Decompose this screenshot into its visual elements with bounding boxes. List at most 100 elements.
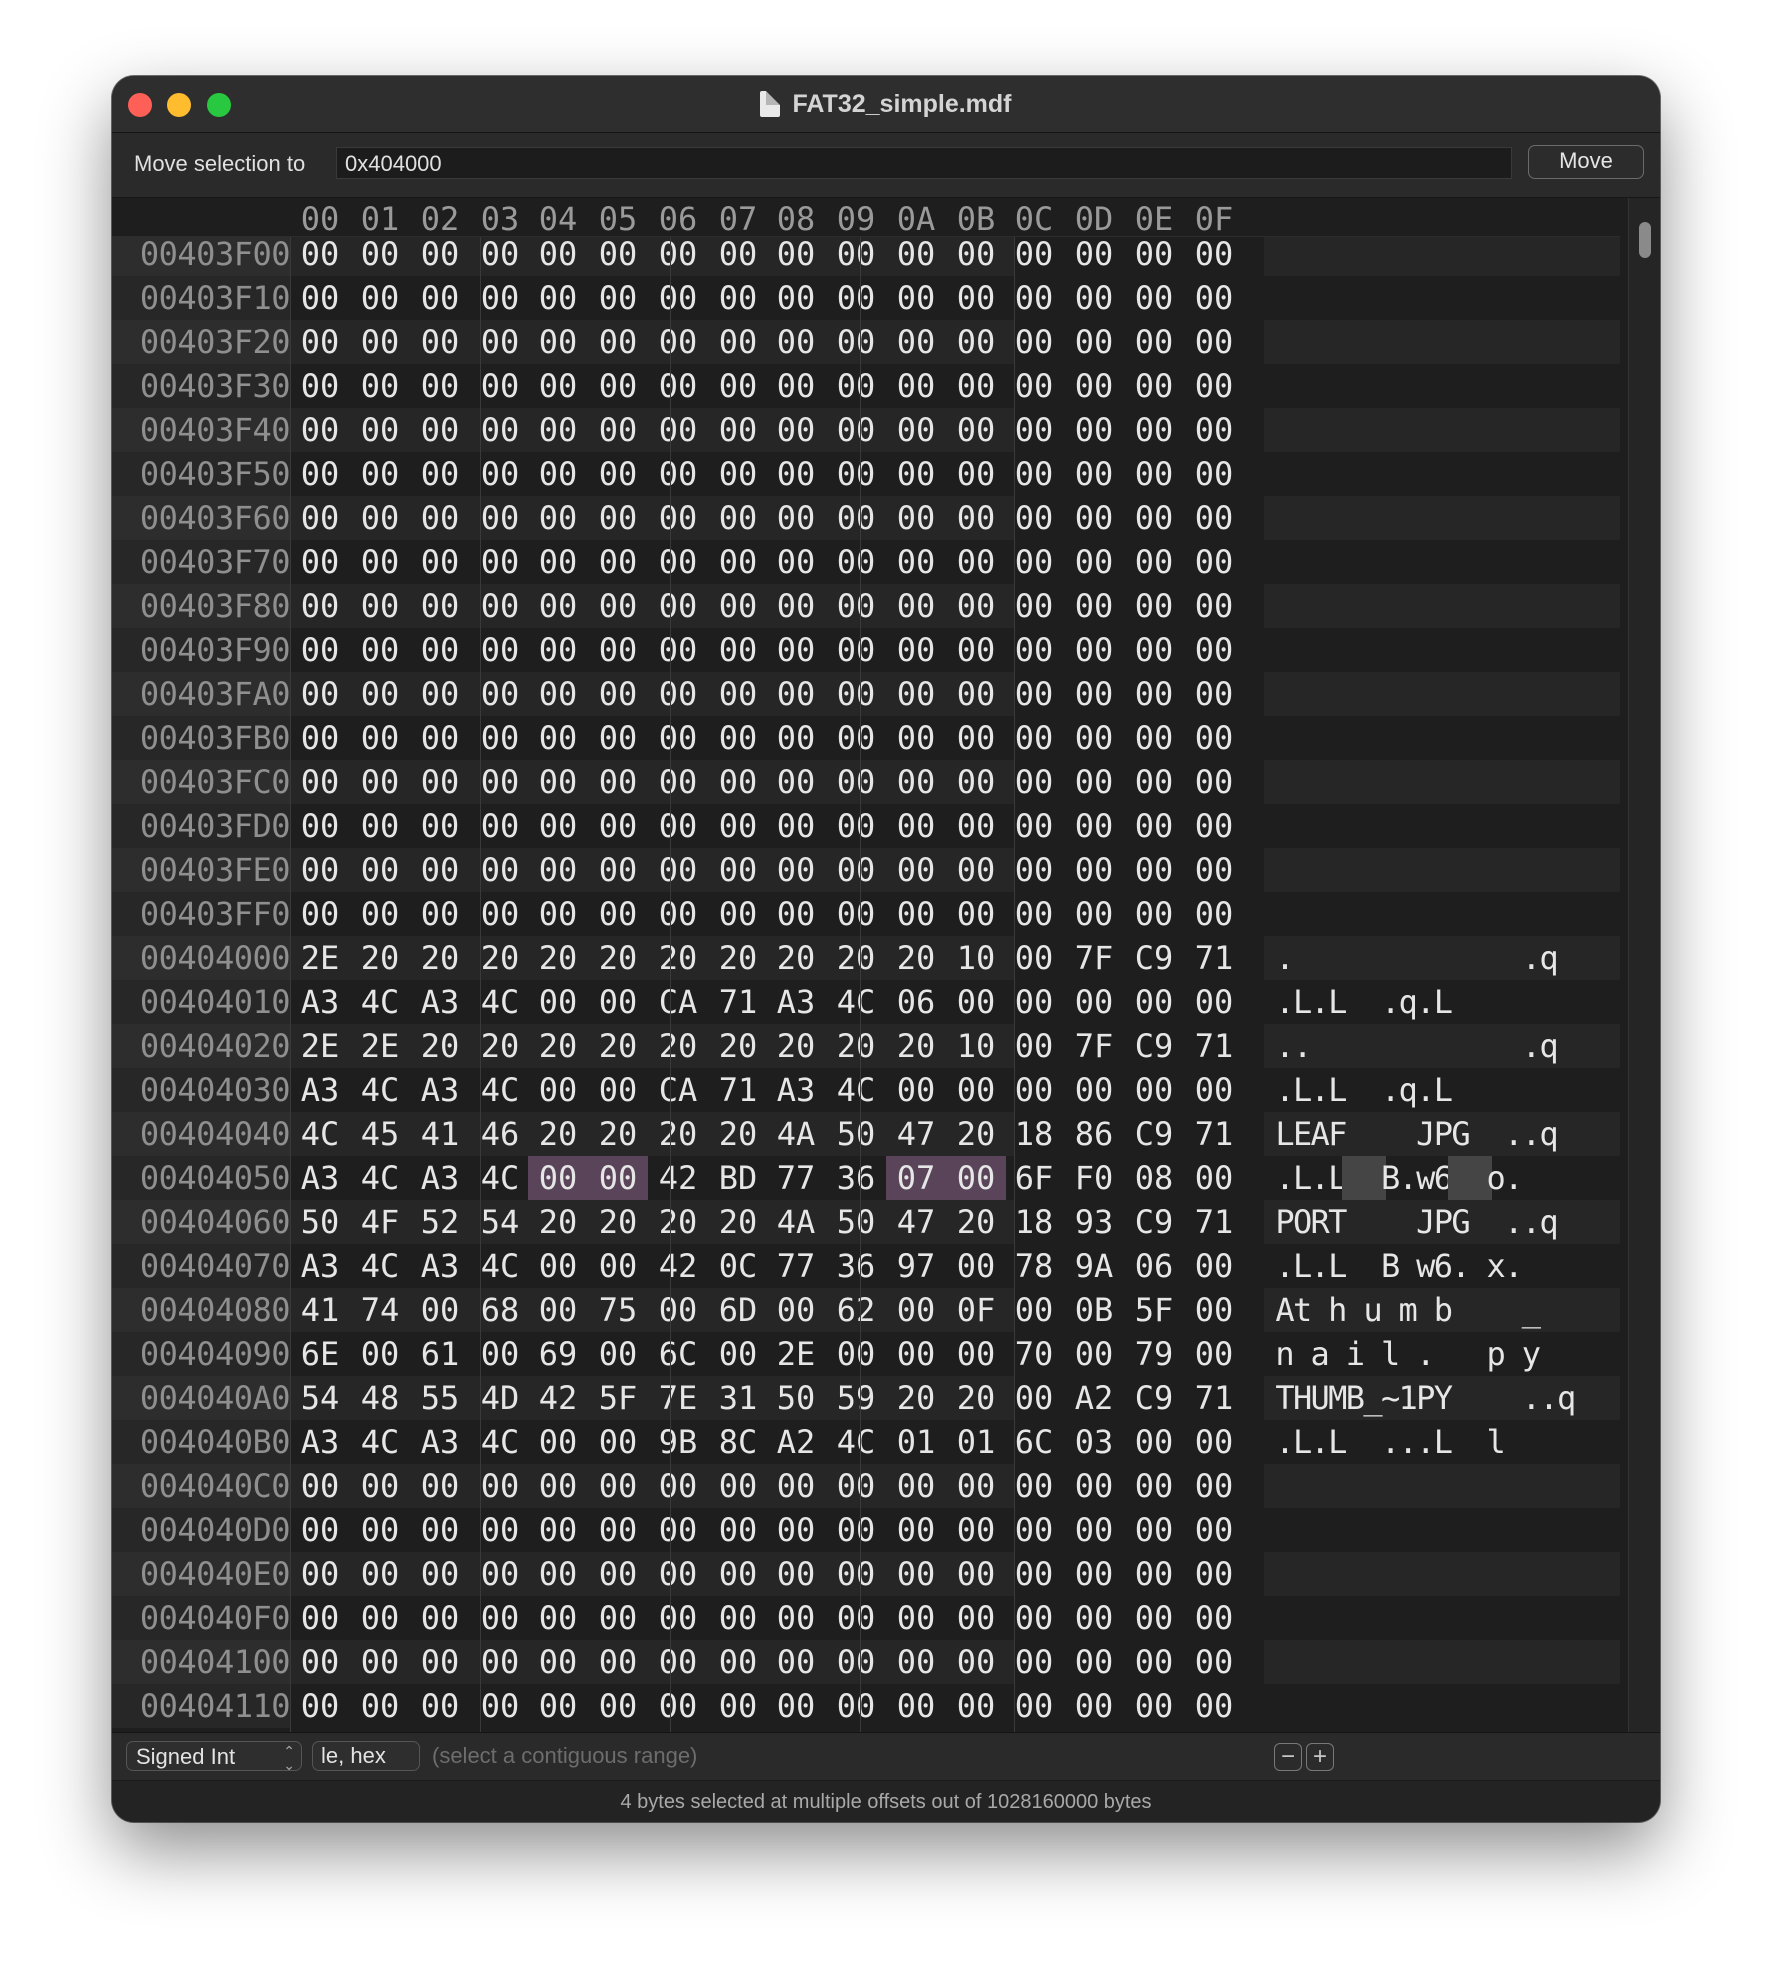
hex-byte[interactable]: 00 (946, 276, 1006, 320)
hex-byte[interactable]: A3 (410, 1244, 470, 1288)
hex-byte[interactable]: 4C (290, 1112, 350, 1156)
hex-byte[interactable]: 00 (826, 408, 886, 452)
hex-byte[interactable]: 00 (708, 584, 768, 628)
hex-byte[interactable]: 00 (826, 452, 886, 496)
hex-byte[interactable]: 00 (708, 628, 768, 672)
hex-row[interactable]: 00403F70 00 00 00 00 00 00 00 00 00 00 00 00 00 00 00 00 (112, 540, 1620, 584)
hex-row[interactable]: 00404000 2E 20 20 20 20 20 20 20 20 20 20 10 00 7F C9 71… (112, 936, 1620, 980)
hex-byte[interactable]: 00 (410, 276, 470, 320)
hex-byte[interactable]: 00 (1004, 1508, 1064, 1552)
hex-byte[interactable]: 00 (708, 1640, 768, 1684)
hex-byte[interactable]: 00 (1004, 1552, 1064, 1596)
hex-byte[interactable]: A3 (290, 1244, 350, 1288)
hex-row[interactable]: 00403FD0 00 00 00 00 00 00 00 00 00 00 00 00 00 00 00 00 (112, 804, 1620, 848)
hex-byte[interactable]: 00 (528, 892, 588, 936)
hex-byte[interactable]: 00 (410, 452, 470, 496)
hex-byte[interactable]: 00 (588, 760, 648, 804)
hex-row[interactable]: 00403FF0 00 00 00 00 00 00 00 00 00 00 00 00 00 00 00 00 (112, 892, 1620, 936)
scrollbar-thumb[interactable] (1639, 222, 1651, 258)
hex-byte[interactable]: 71 (708, 1068, 768, 1112)
hex-byte[interactable]: 00 (1184, 584, 1244, 628)
hex-byte[interactable]: 00 (946, 1684, 1006, 1728)
hex-byte[interactable]: 00 (410, 1684, 470, 1728)
hex-byte[interactable]: 00 (470, 452, 530, 496)
hex-byte[interactable]: 00 (470, 760, 530, 804)
hex-byte[interactable]: 00 (290, 804, 350, 848)
hex-byte[interactable]: 20 (946, 1376, 1006, 1420)
hex-byte[interactable]: 20 (708, 936, 768, 980)
hex-byte[interactable]: 00 (766, 584, 826, 628)
hex-byte[interactable]: 00 (588, 408, 648, 452)
hex-byte[interactable]: 00 (886, 1464, 946, 1508)
hex-byte[interactable]: 00 (1124, 320, 1184, 364)
hex-byte[interactable]: 00 (1064, 584, 1124, 628)
hex-byte[interactable]: 00 (946, 628, 1006, 672)
hex-byte[interactable]: 00 (470, 540, 530, 584)
hex-byte[interactable]: 00 (470, 320, 530, 364)
hex-byte[interactable]: 00 (1124, 1640, 1184, 1684)
hex-byte[interactable]: 00 (350, 584, 410, 628)
hex-byte[interactable]: 6C (648, 1332, 708, 1376)
add-inspector-button[interactable]: + (1306, 1743, 1334, 1771)
hex-byte[interactable]: 00 (826, 1596, 886, 1640)
hex-row[interactable]: 00404080 41 74 00 68 00 75 00 6D 00 62 00 0F 00 0B 5F 00… (112, 1288, 1620, 1332)
hex-byte[interactable]: 18 (1004, 1112, 1064, 1156)
hex-byte[interactable]: 00 (1124, 1552, 1184, 1596)
hex-byte[interactable]: 00 (886, 496, 946, 540)
hex-byte[interactable]: 00 (1064, 232, 1124, 276)
hex-byte[interactable]: 00 (350, 496, 410, 540)
hex-byte[interactable]: 00 (290, 496, 350, 540)
hex-byte[interactable]: 00 (886, 540, 946, 584)
hex-byte[interactable]: 00 (528, 496, 588, 540)
hex-byte[interactable]: 71 (708, 980, 768, 1024)
hex-byte[interactable]: 00 (1004, 1596, 1064, 1640)
ascii-char[interactable] (1536, 1420, 1562, 1464)
hex-byte[interactable]: 00 (946, 672, 1006, 716)
hex-byte[interactable]: 00 (826, 628, 886, 672)
hex-byte[interactable]: 00 (350, 628, 410, 672)
hex-byte[interactable]: 00 (826, 804, 886, 848)
hex-byte[interactable]: 41 (410, 1112, 470, 1156)
hex-byte[interactable]: 00 (350, 452, 410, 496)
hex-byte[interactable]: 00 (1124, 716, 1184, 760)
ascii-char[interactable]: q (1536, 1200, 1562, 1244)
hex-byte[interactable]: 00 (1184, 1596, 1244, 1640)
hex-row[interactable]: 00404070 A3 4C A3 4C 00 00 42 0C 77 36 97 00 78 9A 06 00… (112, 1244, 1620, 1288)
hex-byte[interactable]: 50 (826, 1112, 886, 1156)
hex-byte[interactable]: 00 (708, 1684, 768, 1728)
hex-byte[interactable]: 00 (470, 892, 530, 936)
hex-byte[interactable]: 4A (766, 1112, 826, 1156)
hex-byte[interactable]: 00 (470, 232, 530, 276)
hex-byte[interactable]: 00 (1064, 1640, 1124, 1684)
hex-byte[interactable]: 00 (1004, 1376, 1064, 1420)
hex-byte[interactable]: 00 (528, 716, 588, 760)
hex-byte[interactable]: 00 (1004, 628, 1064, 672)
hex-byte[interactable]: 00 (528, 364, 588, 408)
hex-byte[interactable]: 62 (826, 1288, 886, 1332)
ascii-char[interactable]: q (1536, 936, 1562, 980)
hex-byte[interactable]: 36 (826, 1244, 886, 1288)
hex-byte[interactable]: 00 (648, 892, 708, 936)
hex-rows[interactable]: 00403EF000000000000000000000000000000000… (112, 198, 1620, 1732)
hex-byte[interactable]: 00 (766, 1640, 826, 1684)
hex-byte[interactable]: 00 (946, 716, 1006, 760)
hex-byte[interactable]: 00 (1004, 320, 1064, 364)
hex-byte[interactable]: 00 (708, 1464, 768, 1508)
hex-byte[interactable]: 00 (588, 1068, 648, 1112)
hex-byte[interactable]: 00 (946, 1332, 1006, 1376)
hex-byte[interactable]: 79 (1124, 1332, 1184, 1376)
hex-byte[interactable]: 00 (766, 848, 826, 892)
hex-byte[interactable]: 4C (470, 980, 530, 1024)
hex-byte[interactable]: 4C (826, 980, 886, 1024)
hex-byte[interactable]: 00 (290, 848, 350, 892)
hex-byte[interactable]: 00 (1184, 672, 1244, 716)
hex-byte[interactable]: 00 (410, 628, 470, 672)
hex-byte[interactable]: 00 (1184, 1244, 1244, 1288)
hex-byte[interactable]: 00 (470, 584, 530, 628)
hex-byte[interactable]: 00 (1124, 232, 1184, 276)
hex-byte[interactable]: 00 (1004, 540, 1064, 584)
hex-byte[interactable]: 00 (1064, 1464, 1124, 1508)
vertical-scrollbar[interactable] (1628, 198, 1660, 1732)
hex-byte[interactable]: 00 (1184, 1640, 1244, 1684)
hex-byte[interactable]: 00 (588, 1464, 648, 1508)
